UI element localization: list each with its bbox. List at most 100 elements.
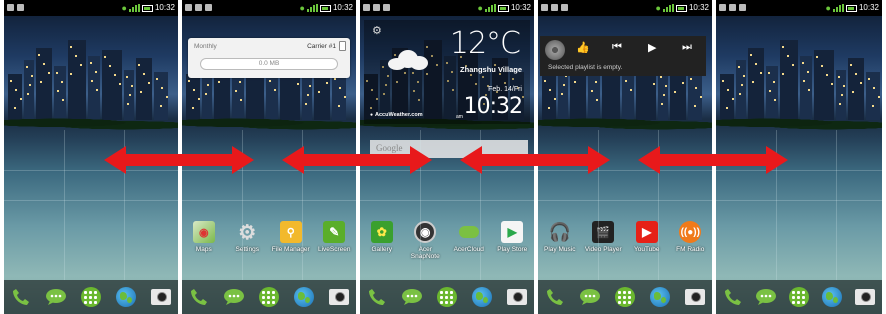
dock bbox=[538, 280, 712, 314]
messaging-icon[interactable] bbox=[45, 286, 67, 308]
wallpaper-trees bbox=[538, 118, 712, 130]
battery-icon bbox=[675, 4, 687, 12]
app-play-store[interactable]: ▶ Play Store bbox=[491, 221, 533, 260]
browser-icon[interactable] bbox=[471, 286, 493, 308]
browser-icon[interactable] bbox=[649, 286, 671, 308]
dock bbox=[182, 280, 356, 314]
app-maps[interactable]: ◉ Maps bbox=[183, 221, 225, 253]
temperature: 12°C bbox=[449, 26, 521, 61]
building bbox=[736, 60, 746, 120]
messaging-icon[interactable] bbox=[401, 286, 423, 308]
building bbox=[748, 48, 764, 120]
building bbox=[720, 74, 734, 120]
gear-icon: ⚙ bbox=[238, 221, 257, 244]
snapnote-icon: ◉ bbox=[414, 221, 437, 243]
app-row: ◉ Maps ⚙ Settings ⚲ File Manager ✎ LiveS… bbox=[182, 221, 356, 253]
app-acercloud[interactable]: AcerCloud bbox=[448, 221, 490, 260]
messaging-icon[interactable] bbox=[755, 286, 777, 308]
notification-icon bbox=[17, 4, 24, 11]
livescreen-icon: ✎ bbox=[323, 221, 346, 243]
app-row: 🎧 Play Music 🎬 Video Player ▶ YouTube ((… bbox=[538, 221, 712, 253]
browser-icon[interactable] bbox=[821, 286, 843, 308]
app-label: File Manager bbox=[271, 246, 310, 253]
am-pm: am bbox=[456, 114, 463, 120]
weather-clock-widget[interactable]: ⚙ 12°C Zhangshu Village Feb. 14/Fri am 1… bbox=[364, 20, 530, 124]
thumbs-up-icon[interactable]: 👍 bbox=[576, 41, 590, 54]
building bbox=[688, 72, 702, 120]
wallpaper-plaza-line bbox=[716, 200, 882, 201]
phone-icon[interactable] bbox=[10, 286, 32, 308]
dock bbox=[716, 280, 882, 314]
radio-icon: ((●)) bbox=[679, 221, 702, 243]
messaging-icon[interactable] bbox=[579, 286, 601, 308]
wallpaper-trees bbox=[182, 118, 356, 130]
cloud-icon bbox=[388, 50, 430, 70]
phone-icon[interactable] bbox=[722, 286, 744, 308]
app-snapnote[interactable]: ◉ Acer SnapNote bbox=[404, 221, 446, 260]
folder-icon: ⚲ bbox=[279, 221, 302, 243]
app-settings[interactable]: ⚙ Settings bbox=[226, 221, 268, 254]
playlist-message: Selected playlist is empty. bbox=[548, 64, 623, 71]
wifi-icon: ● bbox=[477, 3, 483, 13]
building bbox=[186, 74, 200, 120]
browser-icon[interactable] bbox=[293, 286, 315, 308]
signal-icon bbox=[128, 4, 140, 12]
app-label: YouTube bbox=[633, 246, 660, 253]
status-bar: ● 10:32 bbox=[182, 0, 356, 16]
notification-icon bbox=[729, 4, 736, 11]
play-icon[interactable]: ▶ bbox=[648, 41, 656, 54]
app-drawer-icon[interactable] bbox=[436, 286, 458, 308]
app-file-manager[interactable]: ⚲ File Manager bbox=[270, 221, 312, 253]
app-gallery[interactable]: ✿ Gallery bbox=[361, 221, 403, 260]
music-widget[interactable]: 👍 ⏮ ▶ ⏭ Selected playlist is empty. bbox=[540, 36, 706, 76]
phone-icon[interactable] bbox=[188, 286, 210, 308]
app-fm-radio[interactable]: ((●)) FM Radio bbox=[669, 221, 711, 253]
previous-icon[interactable]: ⏮ bbox=[612, 41, 622, 54]
gear-icon[interactable]: ⚙ bbox=[372, 24, 382, 37]
app-drawer-icon[interactable] bbox=[614, 286, 636, 308]
wallpaper-plaza-line bbox=[182, 200, 356, 201]
app-livescreen[interactable]: ✎ LiveScreen bbox=[313, 221, 355, 253]
camera-icon[interactable] bbox=[150, 286, 172, 308]
camera-icon[interactable] bbox=[506, 286, 528, 308]
building bbox=[154, 72, 168, 120]
headphones-icon: 🎧 bbox=[548, 221, 571, 242]
app-drawer-icon[interactable] bbox=[258, 286, 280, 308]
notification-icon bbox=[373, 4, 380, 11]
app-video-player[interactable]: 🎬 Video Player bbox=[582, 221, 624, 253]
app-drawer-icon[interactable] bbox=[80, 286, 102, 308]
status-time: 10:32 bbox=[154, 3, 175, 12]
phone-icon[interactable] bbox=[544, 286, 566, 308]
app-label: Gallery bbox=[371, 246, 393, 253]
clock-time: 10:32 bbox=[463, 94, 523, 119]
notification-icon bbox=[551, 4, 558, 11]
next-icon[interactable]: ⏭ bbox=[682, 41, 692, 54]
camera-icon[interactable] bbox=[684, 286, 706, 308]
app-label: Play Music bbox=[544, 246, 576, 253]
status-time: 10:32 bbox=[858, 3, 879, 12]
data-usage-widget[interactable]: Monthly Carrier #1 0.0 MB bbox=[188, 38, 350, 78]
camera-icon[interactable] bbox=[854, 286, 876, 308]
status-time: 10:32 bbox=[688, 3, 709, 12]
battery-icon bbox=[497, 4, 509, 12]
building bbox=[800, 56, 812, 120]
app-label: Settings bbox=[235, 246, 260, 253]
wifi-icon: ● bbox=[825, 3, 831, 13]
building bbox=[36, 48, 52, 120]
messaging-icon[interactable] bbox=[223, 286, 245, 308]
notification-icon bbox=[205, 4, 212, 11]
building bbox=[54, 66, 66, 120]
building bbox=[780, 40, 798, 120]
notification-icon bbox=[7, 4, 14, 11]
status-time: 10:32 bbox=[332, 3, 353, 12]
app-drawer-icon[interactable] bbox=[788, 286, 810, 308]
battery-icon bbox=[845, 4, 857, 12]
camera-icon[interactable] bbox=[328, 286, 350, 308]
widget-carrier: Carrier #1 bbox=[307, 43, 336, 50]
app-youtube[interactable]: ▶ YouTube bbox=[626, 221, 668, 253]
phone-icon[interactable] bbox=[366, 286, 388, 308]
app-play-music[interactable]: 🎧 Play Music bbox=[539, 221, 581, 254]
browser-icon[interactable] bbox=[115, 286, 137, 308]
building bbox=[836, 70, 846, 120]
app-label: LiveScreen bbox=[317, 246, 351, 253]
